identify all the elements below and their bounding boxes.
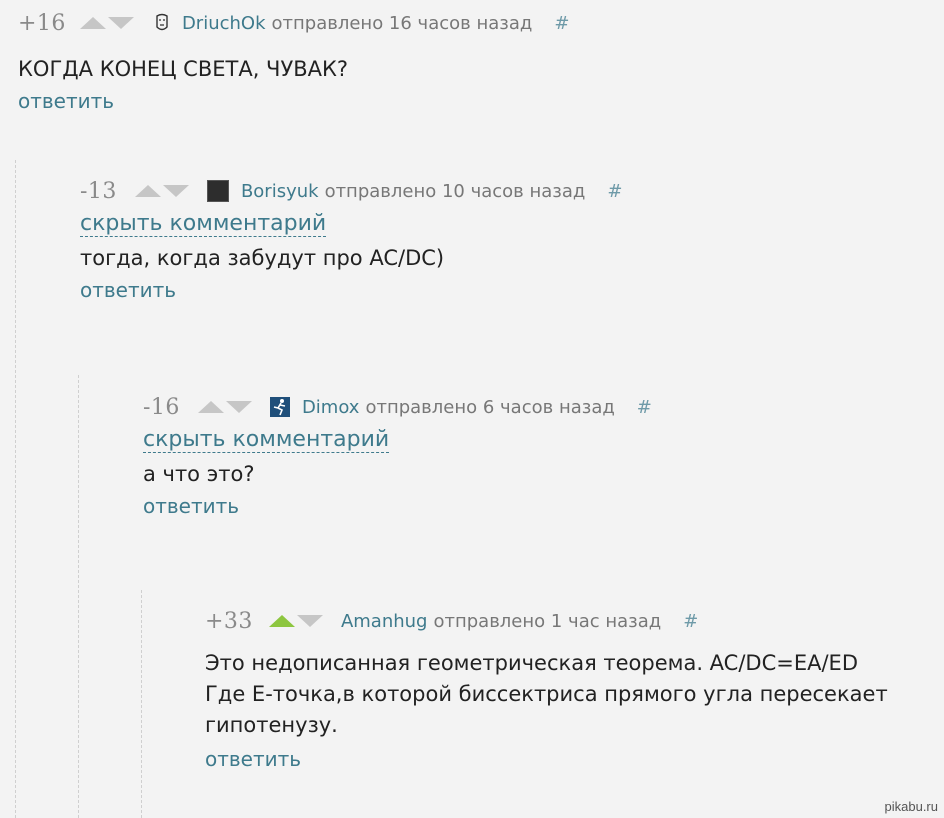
comment-meta: -13 Borisyuk отправлено 10 часов назад # bbox=[80, 178, 622, 204]
upvote-arrow-icon[interactable] bbox=[134, 185, 161, 197]
upvote-arrow-icon[interactable] bbox=[268, 615, 295, 627]
comment-score: +33 bbox=[205, 608, 253, 634]
running-figure-avatar bbox=[269, 397, 290, 417]
thread-line-level-3 bbox=[141, 590, 142, 818]
comment-username[interactable]: Borisyuk bbox=[241, 181, 319, 202]
downvote-arrow-icon[interactable] bbox=[225, 401, 252, 413]
comment-permalink[interactable]: # bbox=[554, 13, 569, 34]
comment-permalink[interactable]: # bbox=[607, 181, 622, 202]
comment-timestamp: отправлено 6 часов назад bbox=[365, 396, 615, 418]
downvote-arrow-icon[interactable] bbox=[162, 185, 189, 197]
comment-score: +16 bbox=[18, 10, 66, 36]
hide-comment-button[interactable]: скрыть комментарий bbox=[80, 212, 327, 237]
comment-text: а что это? bbox=[143, 462, 255, 486]
comment-timestamp: отправлено 10 часов назад bbox=[324, 180, 586, 202]
reply-button[interactable]: ответить bbox=[205, 747, 301, 771]
comment-permalink[interactable]: # bbox=[637, 397, 652, 418]
reply-button[interactable]: ответить bbox=[80, 278, 176, 302]
comment-text: тогда, когда забудут про AC/DC) bbox=[80, 246, 445, 270]
comment-meta: -16 Dimox отправлено 6 часов назад # bbox=[143, 394, 652, 420]
face-sketch-icon bbox=[156, 13, 168, 31]
comment-driuchok: +16 DriuchOk отправлено 16 часов назад #… bbox=[18, 10, 569, 114]
comment-timestamp: отправлено 16 часов назад bbox=[271, 12, 533, 34]
downvote-arrow-icon[interactable] bbox=[296, 615, 323, 627]
comment-meta: +16 DriuchOk отправлено 16 часов назад # bbox=[18, 10, 569, 36]
upvote-arrow-icon[interactable] bbox=[79, 17, 106, 29]
thread-line-level-2 bbox=[78, 375, 79, 818]
comment-dimox: -16 Dimox отправлено 6 часов назад # скр… bbox=[143, 394, 652, 518]
comment-score: -16 bbox=[143, 394, 180, 420]
pikabu-watermark: pikabu.ru bbox=[884, 799, 938, 814]
comment-timestamp: отправлено 1 час назад bbox=[433, 610, 662, 632]
comment-username[interactable]: Amanhug bbox=[341, 611, 428, 632]
comment-username[interactable]: DriuchOk bbox=[182, 13, 266, 34]
thread-line-level-1 bbox=[15, 160, 16, 818]
upvote-arrow-icon[interactable] bbox=[197, 401, 224, 413]
comment-text: КОГДА КОНЕЦ СВЕТА, ЧУВАК? bbox=[18, 57, 349, 81]
comment-borisyuk: -13 Borisyuk отправлено 10 часов назад #… bbox=[80, 178, 622, 302]
comment-text: Это недописанная геометрическая теорема.… bbox=[205, 651, 888, 737]
reply-button[interactable]: ответить bbox=[143, 494, 239, 518]
comment-permalink[interactable]: # bbox=[683, 611, 698, 632]
comment-meta: +33 Amanhug отправлено 1 час назад # bbox=[205, 608, 888, 634]
hide-comment-button[interactable]: скрыть комментарий bbox=[143, 428, 390, 453]
comment-username[interactable]: Dimox bbox=[302, 397, 360, 418]
downvote-arrow-icon[interactable] bbox=[107, 17, 134, 29]
dark-photo-avatar bbox=[206, 180, 229, 202]
comment-amanhug: +33 Amanhug отправлено 1 час назад # Это… bbox=[205, 608, 888, 772]
reply-button[interactable]: ответить bbox=[18, 89, 114, 113]
comment-score: -13 bbox=[80, 178, 117, 204]
